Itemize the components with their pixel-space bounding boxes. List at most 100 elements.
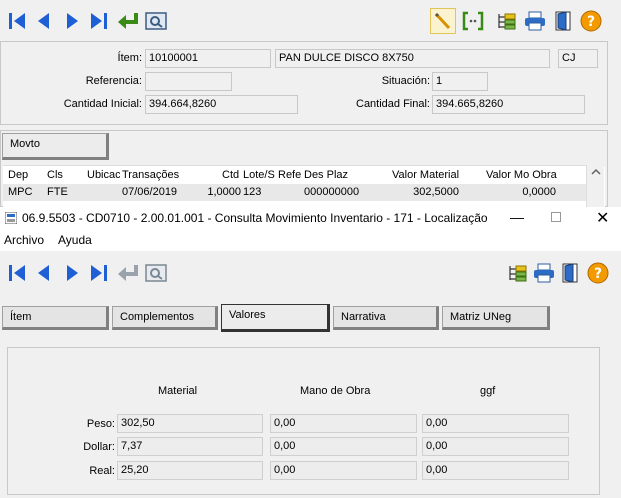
- return-arrow-icon: [118, 13, 138, 29]
- referencia-field[interactable]: [145, 72, 232, 91]
- previous-icon: [38, 13, 49, 29]
- scroll-up-icon: [591, 168, 601, 175]
- pencil-icon: [434, 12, 451, 30]
- go-to-button[interactable]: [115, 8, 141, 34]
- col-valor-material[interactable]: Valor Material: [392, 169, 459, 181]
- last-icon: [91, 265, 107, 281]
- dollar-ggf-field[interactable]: 0,00: [422, 437, 569, 456]
- menu-archivo[interactable]: Archivo: [4, 233, 44, 247]
- real-material-field[interactable]: 25,20: [117, 461, 263, 480]
- real-mano-obra-field[interactable]: 0,00: [270, 461, 417, 480]
- exit-door-icon: [562, 263, 578, 283]
- print-button[interactable]: [522, 8, 548, 34]
- peso-label: Peso:: [86, 418, 115, 430]
- range-bracket-icon: [462, 11, 484, 31]
- peso-material-field[interactable]: 302,50: [117, 414, 263, 433]
- first-record-button[interactable]: [4, 260, 30, 286]
- cantidad-final-field[interactable]: 394.665,8260: [432, 95, 585, 114]
- help-icon: ?: [587, 262, 609, 284]
- grid-scrollbar[interactable]: [586, 165, 604, 207]
- minimize-button[interactable]: —: [510, 209, 524, 225]
- search-button[interactable]: [143, 8, 169, 34]
- real-label: Real:: [89, 465, 115, 477]
- previous-record-button[interactable]: [31, 260, 57, 286]
- item-unit-field[interactable]: CJ: [558, 49, 598, 68]
- cantidad-final-label: Cantidad Final:: [356, 98, 430, 110]
- col-cls[interactable]: Cls: [47, 169, 63, 181]
- window-title: 06.9.5503 - CD0710 - 2.00.01.001 - Consu…: [22, 211, 492, 225]
- exit-button[interactable]: [551, 8, 577, 34]
- col-dep[interactable]: Dep: [8, 169, 28, 181]
- tab-complementos[interactable]: Complementos: [112, 306, 218, 330]
- next-record-button[interactable]: [59, 8, 85, 34]
- next-record-button[interactable]: [59, 260, 85, 286]
- dollar-material-field[interactable]: 7,37: [117, 437, 263, 456]
- tab-movto[interactable]: Movto: [2, 133, 109, 160]
- col-ubicac[interactable]: Ubicac: [87, 169, 120, 181]
- zoom-search-icon: [145, 264, 167, 282]
- top-toolbar: ?: [0, 6, 621, 36]
- dollar-label: Dollar:: [83, 441, 115, 453]
- cell-lote: 123: [243, 186, 262, 198]
- first-record-button[interactable]: [4, 8, 30, 34]
- item-description-field[interactable]: PAN DULCE DISCO 8X750: [275, 49, 550, 68]
- app-icon: [5, 212, 17, 224]
- exit-button[interactable]: [558, 260, 584, 286]
- search-button[interactable]: [143, 260, 169, 286]
- real-ggf-field[interactable]: 0,00: [422, 461, 569, 480]
- menu-ayuda[interactable]: Ayuda: [58, 233, 92, 247]
- cell-ctd: 1,0000: [207, 186, 241, 198]
- zoom-search-icon: [145, 12, 167, 30]
- print-button[interactable]: [531, 260, 557, 286]
- col-mano-obra-header: Mano de Obra: [300, 385, 371, 397]
- previous-record-button[interactable]: [31, 8, 57, 34]
- cantidad-inicial-field[interactable]: 394.664,8260: [145, 95, 298, 114]
- cell-dep: MPC: [8, 186, 33, 198]
- tab-narrativa[interactable]: Narrativa: [333, 306, 439, 330]
- main-toolbar: ?: [0, 259, 621, 289]
- printer-icon: [534, 263, 554, 283]
- svg-text:?: ?: [587, 14, 595, 30]
- first-icon: [9, 13, 25, 29]
- col-ctd[interactable]: Ctd: [222, 169, 239, 181]
- item-code-field[interactable]: 10100001: [145, 49, 271, 68]
- edit-button[interactable]: [430, 8, 456, 34]
- tree-structure-icon: [509, 265, 527, 282]
- col-des-plaz[interactable]: Des Plaz: [304, 169, 348, 181]
- tree-button[interactable]: [493, 8, 519, 34]
- help-icon: ?: [580, 10, 602, 32]
- exit-door-icon: [555, 11, 571, 31]
- col-lote[interactable]: Lote/S: [243, 169, 276, 181]
- col-transacoes[interactable]: Transações: [122, 169, 179, 181]
- tab-matriz-uneg[interactable]: Matriz UNeg: [442, 306, 550, 330]
- close-button[interactable]: ✕: [596, 208, 609, 228]
- situacion-field[interactable]: 1: [432, 72, 488, 91]
- cell-des-plaz: 000000000: [304, 186, 360, 198]
- cantidad-inicial-label: Cantidad Inicial:: [63, 98, 142, 110]
- peso-mano-obra-field[interactable]: 0,00: [270, 414, 417, 433]
- item-label: Ítem:: [117, 52, 142, 64]
- cell-valor-mo-obra: 0,0000: [522, 186, 556, 198]
- next-icon: [67, 265, 78, 281]
- go-to-button[interactable]: [115, 260, 141, 286]
- range-button[interactable]: [460, 8, 486, 34]
- first-icon: [9, 265, 25, 281]
- col-material-header: Material: [158, 385, 198, 397]
- last-record-button[interactable]: [86, 8, 112, 34]
- help-button[interactable]: ?: [585, 260, 611, 286]
- help-button[interactable]: ?: [578, 8, 604, 34]
- dollar-mano-obra-field[interactable]: 0,00: [270, 437, 417, 456]
- col-refe[interactable]: Refe: [278, 169, 302, 181]
- last-record-button[interactable]: [86, 260, 112, 286]
- referencia-label: Referencia:: [85, 75, 142, 87]
- window-titlebar[interactable]: 06.9.5503 - CD0710 - 2.00.01.001 - Consu…: [0, 207, 621, 229]
- col-valor-mo-obra[interactable]: Valor Mo Obra: [486, 169, 557, 181]
- svg-text:?: ?: [594, 266, 602, 282]
- peso-ggf-field[interactable]: 0,00: [422, 414, 569, 433]
- maximize-button[interactable]: [551, 212, 561, 222]
- situacion-label: Situación:: [381, 75, 430, 87]
- tree-button[interactable]: [504, 260, 530, 286]
- tab-item[interactable]: Ítem: [2, 306, 109, 330]
- return-arrow-icon: [118, 265, 138, 281]
- tab-valores[interactable]: Valores: [221, 304, 330, 332]
